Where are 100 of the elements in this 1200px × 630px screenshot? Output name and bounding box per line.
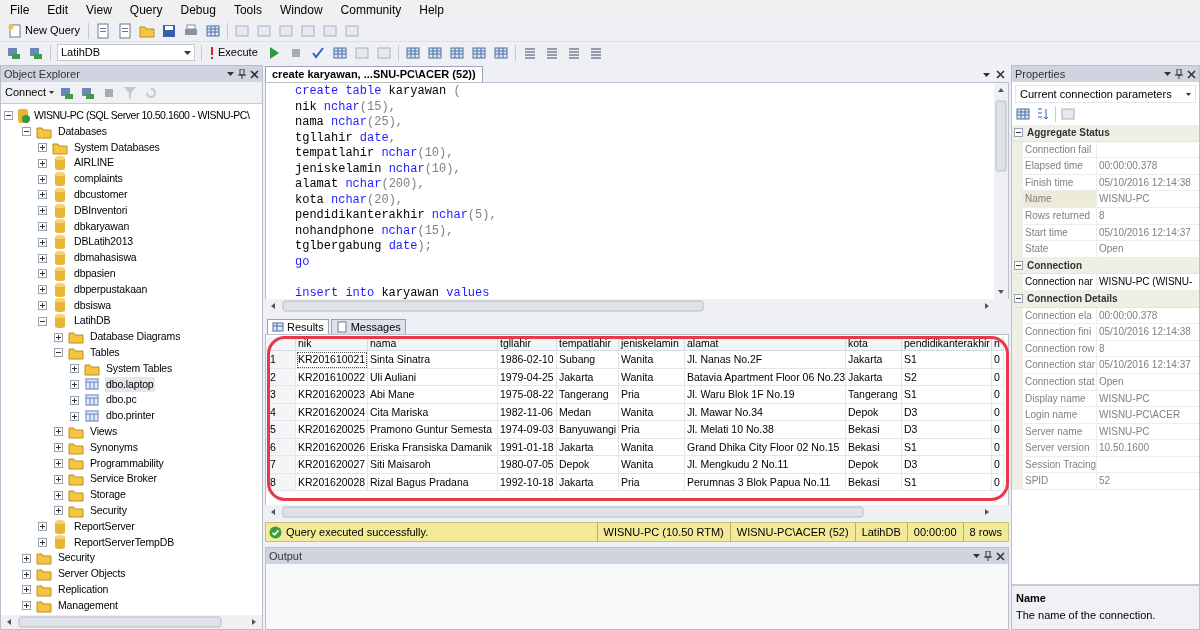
collapse-icon[interactable] [1014,261,1023,271]
expand-icon[interactable] [54,332,63,342]
expand-icon[interactable] [38,143,47,152]
expand-icon[interactable] [22,569,31,579]
tree-item[interactable]: Server Objects [57,566,127,582]
dropdown-arrow-icon[interactable] [983,72,990,77]
expand-icon[interactable] [54,458,63,468]
grid-icon[interactable] [470,44,487,61]
tree-item[interactable]: Views [89,423,119,440]
menu-item[interactable]: Tools [233,1,262,19]
tree-item[interactable]: WISNU-PC (SQL Server 10.50.1600 - WISNU-PC\ [33,108,251,124]
expand-icon[interactable] [38,253,47,263]
tree-item[interactable]: Security [89,502,128,519]
tree-item[interactable]: LatihDB [73,313,112,330]
tree-item[interactable]: AIRLINE [73,155,115,172]
property-name[interactable]: Server name [1023,423,1097,440]
expand-icon[interactable] [70,411,79,421]
property-name[interactable]: Session Tracing [1023,456,1097,473]
grid-icon[interactable] [331,44,348,61]
expand-icon[interactable] [70,364,79,374]
close-icon[interactable] [996,551,1005,561]
tree-item[interactable]: Database Diagrams [89,329,182,345]
property-name[interactable]: Elapsed time [1023,158,1097,174]
tree-item[interactable]: Management [57,597,119,614]
tree-item[interactable]: dbmahasiswa [73,250,138,266]
expand-icon[interactable] [54,474,63,484]
property-name[interactable]: Connection ela [1023,307,1097,324]
menu-item[interactable]: Query [129,1,163,19]
tree-item[interactable]: System Tables [105,360,174,377]
property-name[interactable]: Connection stat [1023,373,1097,390]
dropdown-arrow-icon[interactable] [1164,72,1171,76]
pin-icon[interactable] [1175,69,1183,79]
vertical-scrollbar[interactable] [994,83,1008,299]
pin-icon[interactable] [238,69,246,79]
expand-icon[interactable] [38,269,47,279]
object-dropdown[interactable]: Current connection parameters [1015,85,1196,103]
document-icon[interactable] [117,22,134,39]
tree-item[interactable]: Storage [89,487,127,503]
tree-item[interactable]: ReportServer [73,518,136,535]
property-name[interactable]: Connection nar [1023,274,1097,290]
tree-item[interactable]: Service Broker [89,471,158,488]
expand-icon[interactable] [38,206,47,216]
menu-item[interactable]: Community [340,1,402,19]
tree-item[interactable]: dbsiswa [73,297,112,314]
property-name[interactable]: Start time [1023,224,1097,241]
connect-button[interactable]: Connect [5,84,54,101]
tree-item[interactable]: dbo.printer [105,408,156,424]
tree-item[interactable]: Synonyms [89,439,139,456]
collapse-icon[interactable] [22,127,31,137]
expand-icon[interactable] [38,300,47,310]
property-name[interactable]: Display name [1023,390,1097,407]
menu-item[interactable]: Help [419,1,444,19]
expand-icon[interactable] [54,443,63,453]
document-icon[interactable] [95,22,112,39]
tree-item[interactable]: Programmability [89,455,165,472]
property-name[interactable]: State [1023,241,1097,257]
tree-item[interactable]: complaints [73,171,124,187]
dropdown-arrow-icon[interactable] [227,72,234,76]
results-tab[interactable]: Results [267,319,329,334]
expand-icon[interactable] [54,490,63,500]
property-name[interactable]: Connection star [1023,357,1097,373]
tree-item[interactable]: dbkaryawan [73,218,131,235]
execute-button[interactable]: Execute [208,44,260,61]
menu-item[interactable]: File [10,1,30,19]
expand-icon[interactable] [38,522,47,532]
close-icon[interactable] [250,69,259,79]
expand-icon[interactable] [38,174,47,184]
menu-item[interactable]: Edit [47,1,69,19]
tree-item[interactable]: Tables [89,344,121,361]
results-tab[interactable]: Messages [330,319,406,334]
expand-icon[interactable] [70,379,79,389]
grid-icon[interactable] [404,44,421,61]
new-query-button[interactable]: New Query [6,22,83,39]
collapse-icon[interactable] [4,111,13,121]
tree-item[interactable]: DBLatih2013 [73,234,135,251]
property-name[interactable]: Finish time [1023,174,1097,191]
grid-icon[interactable] [426,44,443,61]
tree-item[interactable]: DBInventori [73,202,129,219]
grid-icon[interactable] [1015,106,1031,122]
property-name[interactable]: Connection fini [1023,324,1097,340]
dropdown-arrow-icon[interactable] [973,554,980,558]
tree-item[interactable]: dbo.laptop [105,376,155,393]
collapse-icon[interactable] [38,316,47,326]
property-name[interactable]: SPID [1023,473,1097,490]
tree-item[interactable]: Databases [57,123,108,140]
tree-item[interactable]: dbpasien [73,266,117,282]
property-name[interactable]: Connection row [1023,340,1097,357]
tree-item[interactable]: dbperpustakaan [73,281,149,298]
expand-icon[interactable] [38,237,47,247]
menu-item[interactable]: View [86,1,112,19]
tree-item[interactable]: ReportServerTempDB [73,534,175,551]
save-icon[interactable] [161,22,178,39]
close-icon[interactable] [1187,69,1196,79]
expand-icon[interactable] [54,427,63,437]
expand-icon[interactable] [38,221,47,231]
database-dropdown[interactable]: LatihDB [57,44,195,61]
pin-icon[interactable] [984,551,992,561]
expand-icon[interactable] [38,537,47,547]
menu-item[interactable]: Window [279,1,323,19]
menu-item[interactable]: Debug [180,1,216,19]
